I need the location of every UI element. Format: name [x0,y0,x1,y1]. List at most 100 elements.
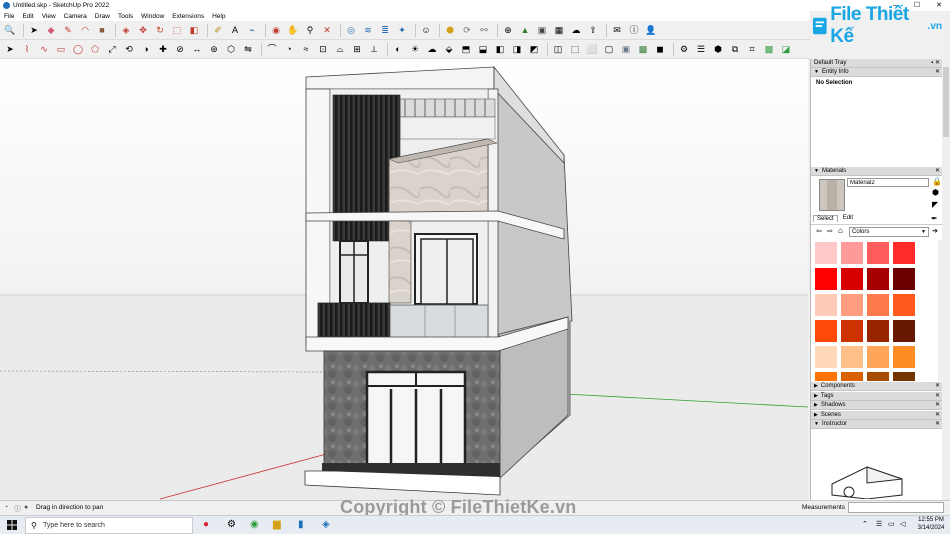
paint-bucket-icon[interactable]: ⌁ [245,23,259,37]
details-arrow-icon[interactable]: ➔ [932,227,938,235]
component-icon[interactable]: ⬢ [711,42,725,56]
color-swatch[interactable] [815,320,837,342]
status-user-icon[interactable]: ● [24,504,28,511]
color-swatch[interactable] [867,346,889,368]
taskbar-search-box[interactable]: ⚲ Type here to search [25,517,193,534]
clock-date[interactable]: 3/14/2024 [916,525,946,531]
back-view-icon[interactable]: ◨ [510,42,524,56]
color-swatch[interactable] [893,372,915,381]
news-widget-icon[interactable]: ● [203,519,209,530]
add-location-icon[interactable]: ⊕ [501,23,515,37]
green-box-icon[interactable]: ▩ [762,42,776,56]
shadows-header[interactable]: ▶ Shadows ✕ [811,401,943,410]
mail-icon[interactable]: ✉ [610,23,624,37]
pencil-icon[interactable]: ✎ [61,23,75,37]
back-edges-icon[interactable]: ⬚ [568,42,582,56]
user-account-icon[interactable]: ☺ [419,23,433,37]
panel-close-icon[interactable]: ✕ [935,167,940,176]
pan-icon[interactable]: ✋ [286,23,300,37]
top-view-icon[interactable]: ⬒ [459,42,473,56]
text-icon[interactable]: A [228,23,242,37]
warehouse-icon[interactable]: ◎ [344,23,358,37]
back-arrow-icon[interactable]: ⇦ [816,227,822,235]
color-swatch[interactable] [815,372,837,381]
dynamic-component-icon[interactable]: ◪ [779,42,793,56]
follow-me-icon[interactable]: ⟲ [122,42,136,56]
arc-icon[interactable]: ◠ [78,23,92,37]
color-swatch[interactable] [867,294,889,316]
color-swatch[interactable] [867,372,889,381]
shaded-textures-icon[interactable]: ▩ [636,42,650,56]
zoom-icon[interactable]: ⚲ [303,23,317,37]
photo-textures-icon[interactable]: ▣ [535,23,549,37]
tab-select[interactable]: Select [813,215,838,222]
layers-icon[interactable]: ☰ [694,42,708,56]
wireframe-icon[interactable]: ⬜ [585,42,599,56]
flip-edge-icon[interactable]: ⟂ [367,42,381,56]
settings-gear-icon[interactable]: ⚙ [227,519,236,530]
search-icon[interactable]: 🔍 [3,23,17,37]
photo-match-icon[interactable]: ⌗ [745,42,759,56]
color-swatch[interactable] [841,372,863,381]
arc-3pt-icon[interactable]: ⌒ [265,42,279,56]
tray-close-icon[interactable]: ▪ ✕ [931,59,940,68]
axes-icon[interactable]: ✚ [156,42,170,56]
close-button[interactable]: ✕ [928,0,950,11]
clock-time[interactable]: 12:55 PM [916,517,946,523]
hide-icon[interactable]: ◐ [391,42,405,56]
color-swatch[interactable] [841,242,863,264]
forward-arrow-icon[interactable]: ⇨ [827,227,833,235]
color-swatch[interactable] [841,268,863,290]
left-view-icon[interactable]: ◩ [527,42,541,56]
freehand-icon[interactable]: ∿ [37,42,51,56]
material-name-field[interactable] [847,178,929,187]
document-app-icon[interactable]: ▮ [298,519,304,530]
circle-icon[interactable]: ◯ [71,42,85,56]
sketchup-taskbar-icon[interactable]: ◈ [322,519,330,530]
menu-view[interactable]: View [38,13,60,20]
entity-info-header[interactable]: ▼ Entity Info ✕ [811,68,943,77]
orbit-icon[interactable]: ◉ [269,23,283,37]
scenes-header[interactable]: ▶ Scenes ✕ [811,411,943,420]
color-swatch[interactable] [893,320,915,342]
rotate-icon[interactable]: ↻ [153,23,167,37]
polyline-icon[interactable]: ⌇ [20,42,34,56]
protractor-icon[interactable]: ◑ [139,42,153,56]
terrain-icon[interactable]: ▲ [518,23,532,37]
system-tray-chevron-icon[interactable]: ⌃ [862,520,868,528]
add-detail-icon[interactable]: ⊞ [350,42,364,56]
scrollbar-thumb[interactable] [943,67,949,137]
right-view-icon[interactable]: ◧ [493,42,507,56]
color-swatch[interactable] [893,268,915,290]
color-swatch[interactable] [893,242,915,264]
profile-icon[interactable]: 👤 [644,23,658,37]
drape-icon[interactable]: ⌓ [333,42,347,56]
components-header[interactable]: ▶ Components ✕ [811,382,943,391]
extension-warehouse-icon[interactable]: ≋ [361,23,375,37]
sketch-icon[interactable]: ⊛ [207,42,221,56]
color-swatch[interactable] [841,346,863,368]
create-material-icon[interactable]: ⬢ [932,188,939,197]
info-icon[interactable]: ⓘ [627,23,641,37]
network-icon[interactable]: ☰ [876,520,882,528]
share-icon[interactable]: ⇪ [586,23,600,37]
checker-icon[interactable]: ▦ [552,23,566,37]
hidden-line-icon[interactable]: ▢ [602,42,616,56]
eraser-icon[interactable]: ◆ [44,23,58,37]
hexagon-icon[interactable]: ⬡ [224,42,238,56]
color-swatch[interactable] [841,320,863,342]
color-swatch[interactable] [867,320,889,342]
tape-measure-icon[interactable]: ✐ [211,23,225,37]
menu-tools[interactable]: Tools [114,13,137,20]
rectangle-icon[interactable]: ▭ [54,42,68,56]
tab-edit[interactable]: Edit [840,215,856,222]
eyedropper-icon[interactable]: ✒ [931,214,938,223]
menu-draw[interactable]: Draw [91,13,114,20]
fog-icon[interactable]: ☁ [425,42,439,56]
color-swatch[interactable] [815,268,837,290]
menu-help[interactable]: Help [208,13,229,20]
measurements-input[interactable] [848,502,944,513]
offset-icon[interactable]: ◧ [187,23,201,37]
instructor-header[interactable]: ▼ Instructor ✕ [811,420,943,429]
xray-icon[interactable]: ◫ [551,42,565,56]
